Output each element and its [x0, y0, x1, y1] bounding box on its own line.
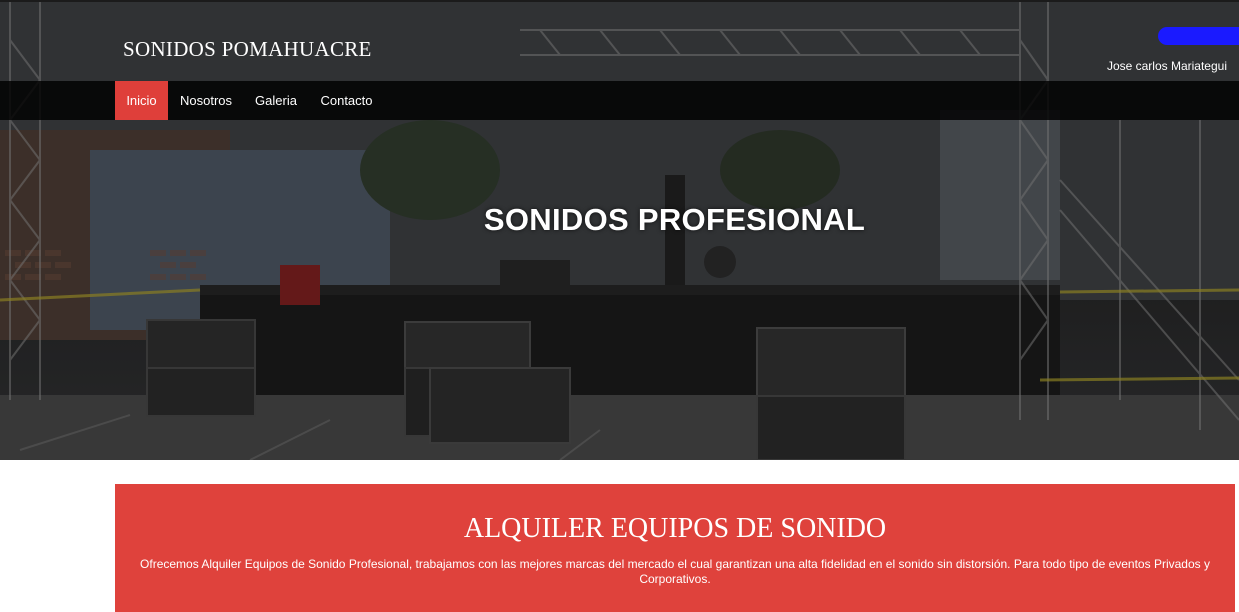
hero-title: SONIDOS PROFESIONAL [483, 202, 866, 237]
nav-item-contacto[interactable]: Contacto [308, 81, 385, 120]
nav-item-nosotros[interactable]: Nosotros [168, 81, 244, 120]
main-navbar: Inicio Nosotros Galeria Contacto [0, 81, 1239, 120]
top-border [0, 0, 1239, 2]
promo-description: Ofrecemos Alquiler Equipos de Sonido Pro… [140, 557, 1210, 586]
page: SONIDOS POMAHUACRE Jose carlos Mariategu… [0, 0, 1239, 612]
promo-title: ALQUILER EQUIPOS DE SONIDO [463, 513, 887, 544]
user-avatar-badge[interactable] [1158, 27, 1239, 45]
nav-item-galeria[interactable]: Galeria [244, 81, 308, 120]
user-name[interactable]: Jose carlos Mariategui [1107, 59, 1227, 73]
site-brand[interactable]: SONIDOS POMAHUACRE [123, 37, 372, 62]
nav-item-inicio[interactable]: Inicio [115, 81, 168, 120]
promo-section: ALQUILER EQUIPOS DE SONIDO Ofrecemos Alq… [115, 484, 1235, 612]
